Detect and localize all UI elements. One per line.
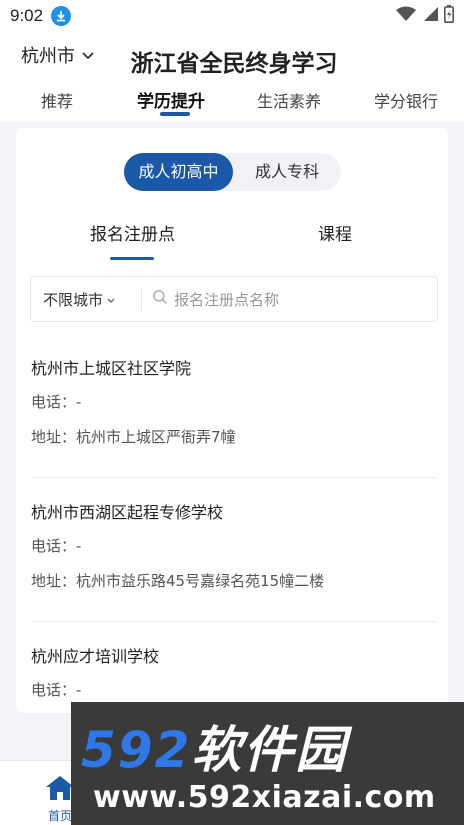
segment-adult-high-school[interactable]: 成人初高中 (124, 153, 233, 191)
entry-phone: 电话：- (31, 681, 82, 699)
subtab-indicator (110, 257, 154, 260)
active-tab-indicator (160, 112, 190, 116)
battery-icon (444, 5, 454, 27)
level-segment: 成人初高中 成人专科 (124, 153, 341, 191)
search-input[interactable]: 报名注册点名称 (142, 289, 279, 310)
tab-credit-bank[interactable]: 学分银行 (374, 88, 438, 112)
entry-name: 杭州应才培训学校 (31, 647, 160, 666)
signal-icon (422, 6, 438, 26)
chevron-down-icon (107, 290, 115, 308)
page-title: 浙江省全民终身学习 (130, 51, 338, 77)
watermark-banner: 592软件园 www.592xiazai.com (71, 702, 464, 825)
status-bar: 9:02 (0, 0, 464, 32)
search-icon (152, 289, 168, 309)
watermark-brand-number: 592 (81, 721, 192, 779)
tab-life[interactable]: 生活素养 (257, 88, 321, 112)
subtab-registration-points[interactable]: 报名注册点 (90, 220, 175, 245)
content-card: 成人初高中 成人专科 报名注册点 课程 不限城市 报名注册点名称 杭州市上城区社… (16, 128, 448, 713)
subtab-courses[interactable]: 课程 (318, 220, 352, 245)
wifi-icon (396, 6, 416, 26)
entry-phone: 电话：- (31, 393, 82, 411)
tab-recommend[interactable]: 推荐 (41, 88, 73, 112)
tab-education[interactable]: 学历提升 (137, 87, 205, 112)
city-filter-label: 不限城市 (43, 290, 104, 309)
city-filter-dropdown[interactable]: 不限城市 (31, 289, 141, 310)
search-placeholder: 报名注册点名称 (174, 290, 280, 309)
divider (31, 477, 437, 478)
watermark-logo: 592软件园 (81, 710, 347, 782)
app-header: 杭州市 浙江省全民终身学习 推荐 学历提升 生活素养 学分银行 (0, 32, 464, 122)
top-tabs: 推荐 学历提升 生活素养 学分银行 (0, 88, 464, 122)
segment-adult-college[interactable]: 成人专科 (233, 153, 341, 191)
download-icon (51, 6, 72, 26)
entry-name: 杭州市上城区社区学院 (31, 359, 192, 378)
divider (31, 621, 437, 622)
filter-bar: 不限城市 报名注册点名称 (30, 276, 438, 322)
entry-address: 地址：杭州市益乐路45号嘉绿名苑15幢二楼 (31, 572, 325, 590)
entry-address: 地址：杭州市上城区严衙弄7幢 (31, 428, 236, 446)
watermark-brand-text: 软件园 (191, 721, 348, 779)
status-time: 9:02 (10, 6, 44, 25)
watermark-url: www.592xiazai.com (93, 780, 436, 815)
entry-phone: 电话：- (31, 537, 82, 555)
entry-name: 杭州市西湖区起程专修学校 (31, 503, 224, 522)
